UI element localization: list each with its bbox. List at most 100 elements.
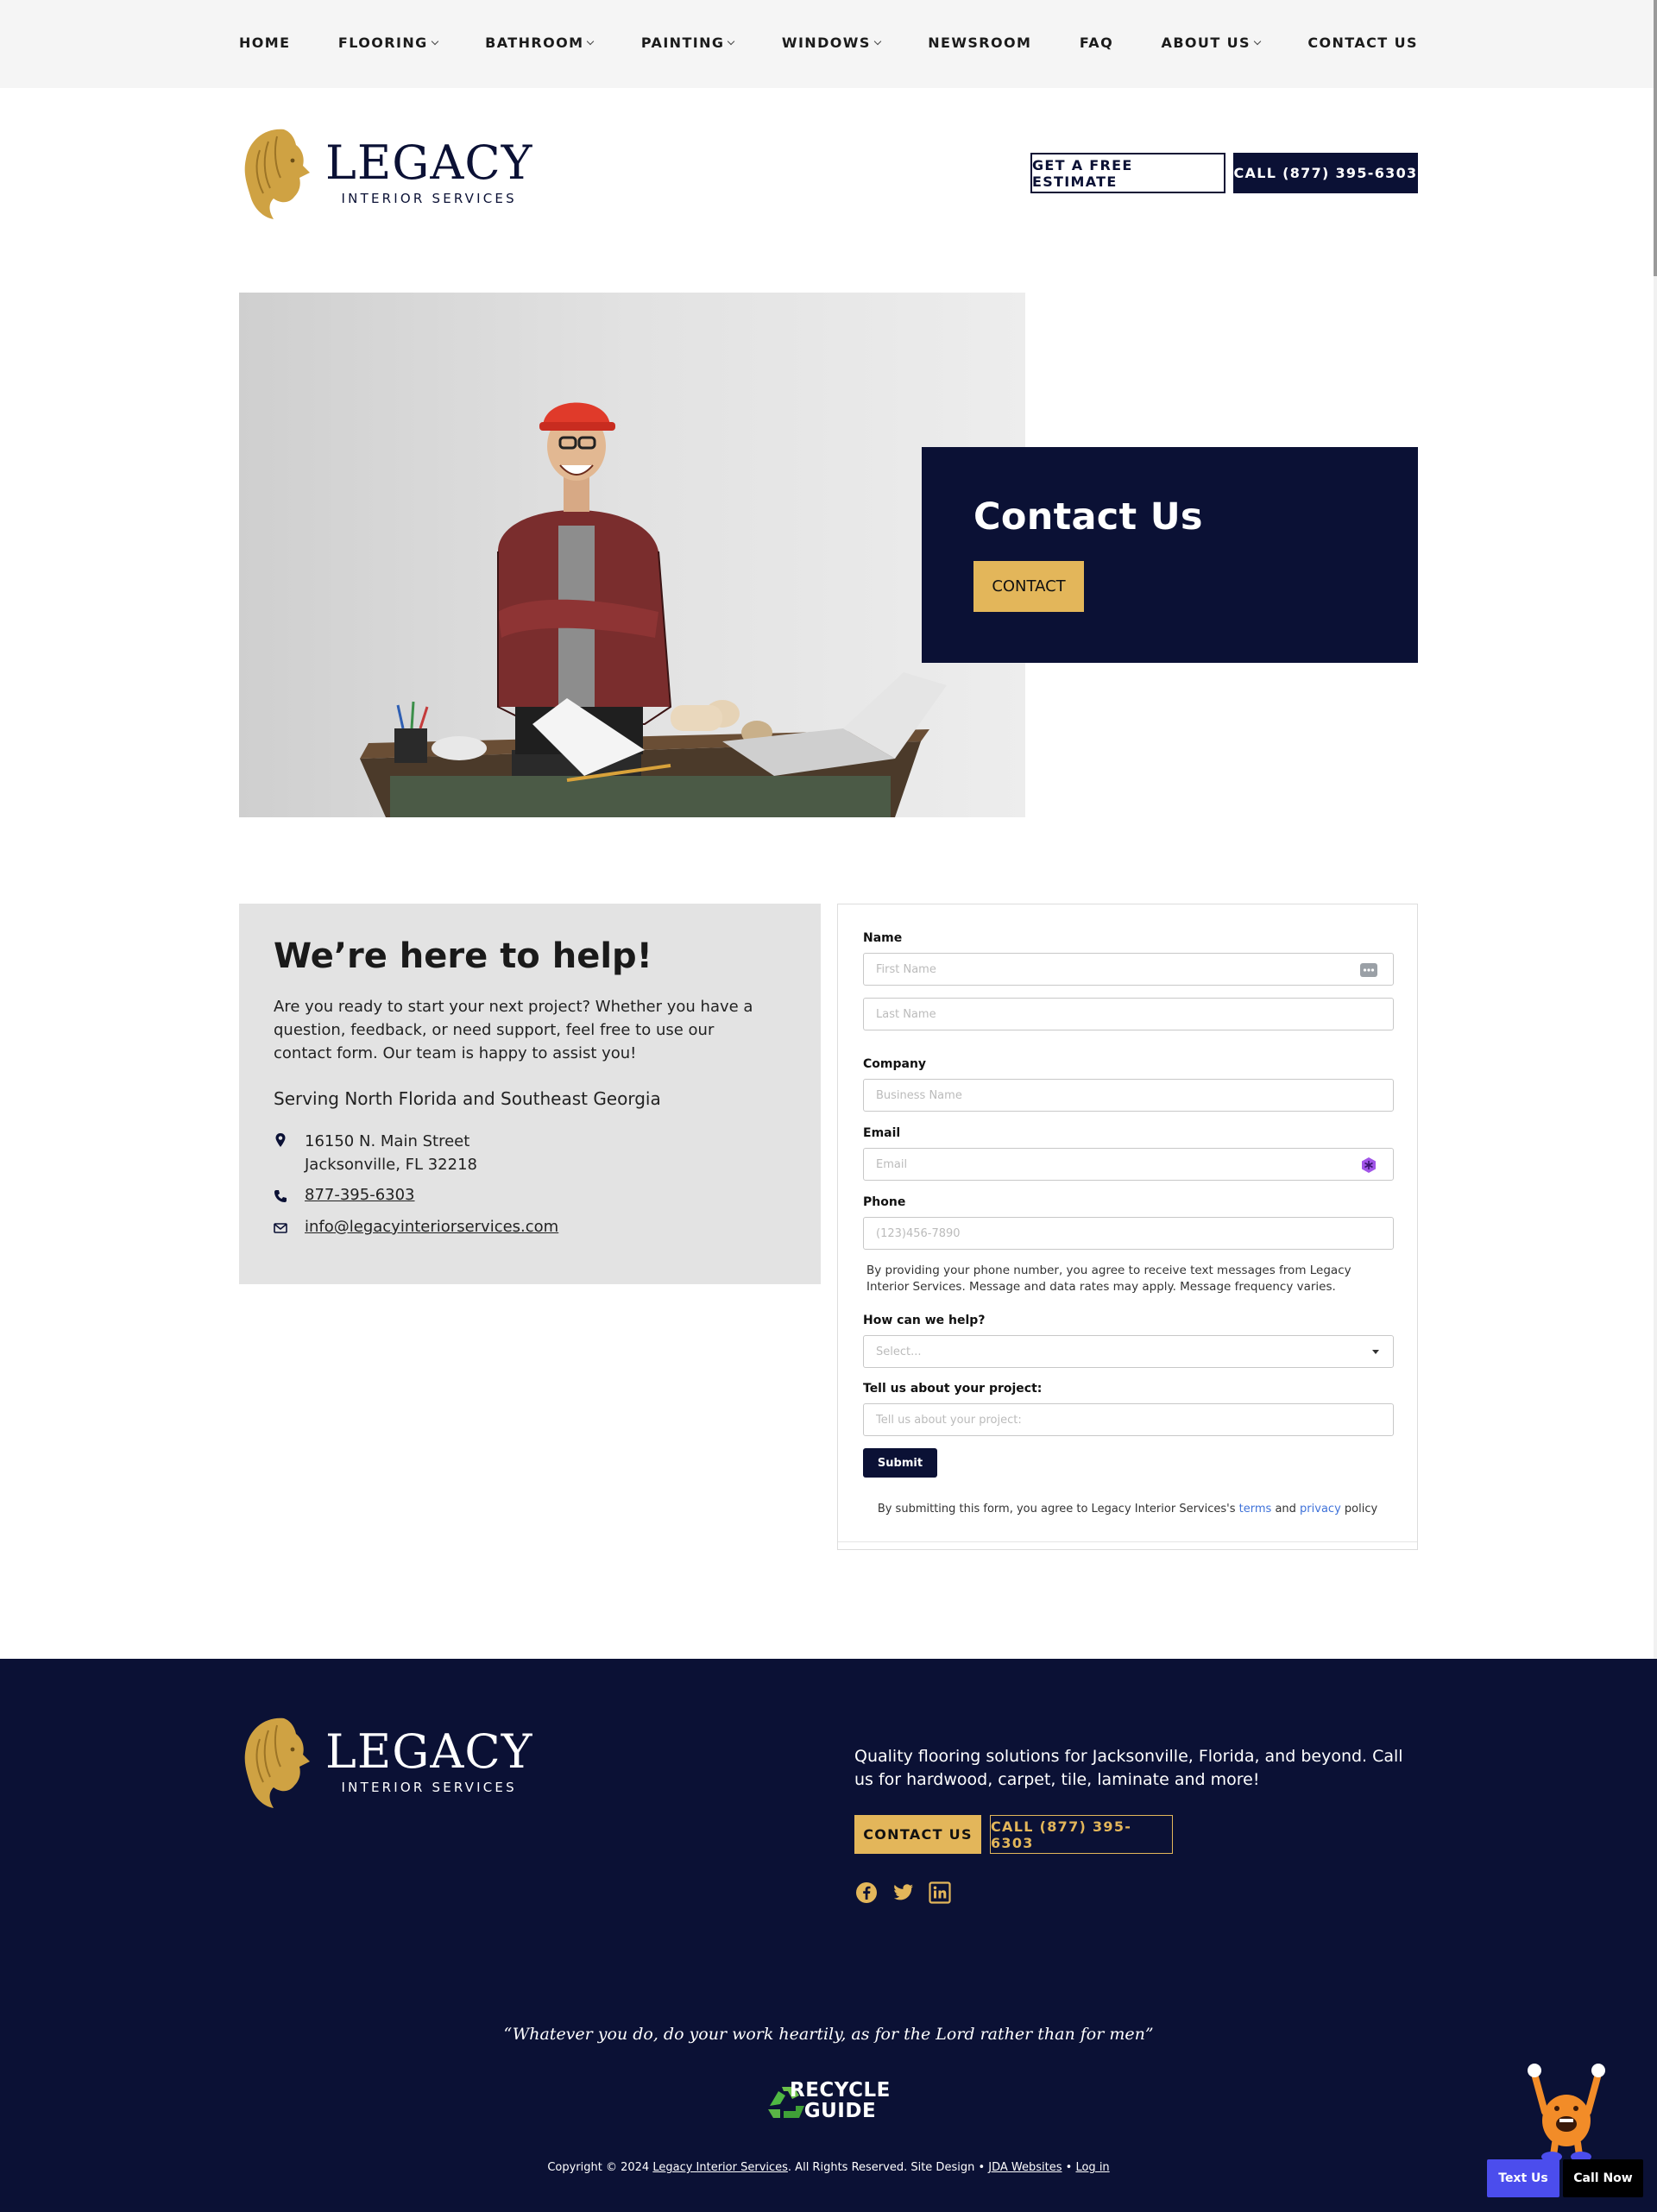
- autofill-dots-icon[interactable]: [1360, 961, 1377, 979]
- address-line-2: Jacksonville, FL 32218: [305, 1156, 477, 1174]
- hero-contact-button[interactable]: CONTACT: [973, 561, 1084, 612]
- hero-photo: [239, 293, 1025, 817]
- privacy-link[interactable]: privacy: [1300, 1503, 1341, 1516]
- chevron-down-icon: [728, 37, 735, 45]
- lion-logo-icon: [244, 129, 310, 219]
- designer-link[interactable]: JDA Websites: [988, 2161, 1062, 2174]
- map-pin-icon: [275, 1133, 286, 1147]
- nav-item-newsroom[interactable]: NEWSROOM: [928, 35, 1031, 51]
- nav-label: HOME: [239, 35, 291, 51]
- footer-logo[interactable]: LEGACY INTERIOR SERVICES: [239, 1713, 532, 1810]
- copyright-prefix: Copyright © 2024: [547, 2161, 650, 2174]
- phone-field[interactable]: (123)456-7890: [863, 1217, 1394, 1250]
- nav-label: WINDOWS: [781, 35, 871, 51]
- nav-label: FLOORING: [337, 35, 428, 51]
- copyright-separator: •: [1065, 2161, 1073, 2174]
- call-now-button[interactable]: Call Now: [1563, 2159, 1643, 2197]
- phone-placeholder: (123)456-7890: [876, 1226, 961, 1240]
- company-placeholder: Business Name: [876, 1088, 962, 1102]
- logo-tagline: INTERIOR SERVICES: [341, 191, 517, 206]
- nav-item-about-us[interactable]: ABOUT US: [1161, 35, 1262, 51]
- nav-item-painting[interactable]: PAINTING: [640, 35, 735, 51]
- first-name-field[interactable]: First Name: [863, 953, 1394, 986]
- nav-label: FAQ: [1079, 35, 1114, 51]
- dropdown-caret-icon: [1372, 1350, 1379, 1354]
- help-topic-placeholder: Select...: [876, 1345, 922, 1358]
- contractor-photo-illustration: [239, 293, 1025, 817]
- chevron-down-icon: [431, 37, 438, 45]
- mascot-character-icon[interactable]: [1528, 2058, 1605, 2162]
- email-field[interactable]: Email: [863, 1148, 1394, 1181]
- address-line-1: 16150 N. Main Street: [305, 1132, 470, 1150]
- help-topic-select[interactable]: Select...: [863, 1335, 1394, 1368]
- terms-link[interactable]: terms: [1239, 1503, 1272, 1516]
- name-label: Name: [863, 931, 903, 945]
- nav-item-home[interactable]: HOME: [239, 35, 290, 51]
- email-row: info@legacyinteriorservices.com: [274, 1218, 558, 1236]
- nav-menu: HOME FLOORING BATHROOM PAINTING WINDOWS …: [239, 35, 1418, 51]
- nav-item-contact-us[interactable]: CONTACT US: [1307, 35, 1418, 51]
- chevron-down-icon: [587, 37, 595, 45]
- terms-note: By submitting this form, you agree to Le…: [838, 1503, 1417, 1516]
- hero-banner: Contact Us CONTACT: [922, 447, 1418, 663]
- footer-contact-button[interactable]: CONTACT US: [854, 1815, 981, 1854]
- email-link[interactable]: info@legacyinteriorservices.com: [305, 1218, 558, 1236]
- company-field[interactable]: Business Name: [863, 1079, 1394, 1112]
- chevron-down-icon: [1253, 37, 1262, 45]
- nav-item-windows[interactable]: WINDOWS: [781, 35, 882, 51]
- form-divider: [838, 1541, 1417, 1542]
- recycle-guide-badge[interactable]: RECYCLE GUIDE: [790, 2080, 891, 2121]
- logo-wordmark: LEGACY: [325, 1724, 533, 1779]
- sms-consent-note: By providing your phone number, you agre…: [866, 1264, 1351, 1294]
- company-label: Company: [863, 1057, 927, 1071]
- nav-label: NEWSROOM: [928, 35, 1032, 51]
- help-panel: We’re here to help! Are you ready to sta…: [239, 904, 821, 1284]
- help-heading: We’re here to help!: [274, 936, 652, 976]
- logo-tagline: INTERIOR SERVICES: [341, 1780, 517, 1795]
- recycle-line-1: RECYCLE: [790, 2079, 891, 2102]
- service-area: Serving North Florida and Southeast Geor…: [274, 1088, 661, 1109]
- logo-wordmark: LEGACY: [325, 135, 533, 190]
- chevron-down-icon: [873, 37, 882, 45]
- last-name-field[interactable]: Last Name: [863, 998, 1394, 1030]
- top-navigation: HOME FLOORING BATHROOM PAINTING WINDOWS …: [0, 0, 1657, 88]
- password-manager-icon[interactable]: [1360, 1156, 1377, 1174]
- first-name-placeholder: First Name: [876, 962, 936, 976]
- linkedin-icon[interactable]: [929, 1881, 951, 1904]
- facebook-icon[interactable]: [855, 1881, 878, 1904]
- site-logo[interactable]: LEGACY INTERIOR SERVICES: [239, 124, 532, 221]
- nav-label: CONTACT US: [1307, 35, 1418, 51]
- project-field[interactable]: Tell us about your project:: [863, 1403, 1394, 1436]
- lion-logo-icon: [244, 1717, 310, 1808]
- submit-button[interactable]: Submit: [863, 1448, 937, 1478]
- phone-row: 877-395-6303: [274, 1186, 415, 1204]
- nav-item-bathroom[interactable]: BATHROOM: [485, 35, 595, 51]
- help-intro: Are you ready to start your next project…: [274, 998, 753, 1062]
- nav-label: BATHROOM: [485, 35, 584, 51]
- nav-label: PAINTING: [640, 35, 725, 51]
- phone-link[interactable]: 877-395-6303: [305, 1186, 415, 1204]
- nav-item-faq[interactable]: FAQ: [1080, 35, 1113, 51]
- scrollbar-thumb[interactable]: [1654, 0, 1657, 276]
- footer-quote: “Whatever you do, do your work heartily,…: [503, 2025, 1154, 2044]
- footer-call-button[interactable]: CALL (877) 395-6303: [990, 1815, 1173, 1854]
- company-link[interactable]: Legacy Interior Services: [652, 2161, 788, 2174]
- login-link[interactable]: Log in: [1075, 2161, 1109, 2174]
- nav-item-flooring[interactable]: FLOORING: [338, 35, 438, 51]
- terms-suffix: policy: [1344, 1503, 1378, 1516]
- text-us-button[interactable]: Text Us: [1487, 2159, 1559, 2197]
- help-topic-label: How can we help?: [863, 1314, 986, 1327]
- page-title: Contact Us: [973, 495, 1203, 539]
- call-button[interactable]: CALL (877) 395-6303: [1233, 153, 1418, 193]
- phone-label: Phone: [863, 1195, 906, 1209]
- project-placeholder: Tell us about your project:: [876, 1413, 1022, 1427]
- last-name-placeholder: Last Name: [876, 1007, 936, 1021]
- terms-and: and: [1275, 1503, 1296, 1516]
- nav-label: ABOUT US: [1161, 35, 1251, 51]
- twitter-icon[interactable]: [892, 1881, 915, 1904]
- terms-prefix: By submitting this form, you agree to Le…: [877, 1503, 1236, 1516]
- address-row: 16150 N. Main Street Jacksonville, FL 32…: [274, 1130, 477, 1176]
- envelope-icon: [274, 1223, 287, 1233]
- email-placeholder: Email: [876, 1157, 908, 1171]
- free-estimate-button[interactable]: GET A FREE ESTIMATE: [1030, 153, 1225, 193]
